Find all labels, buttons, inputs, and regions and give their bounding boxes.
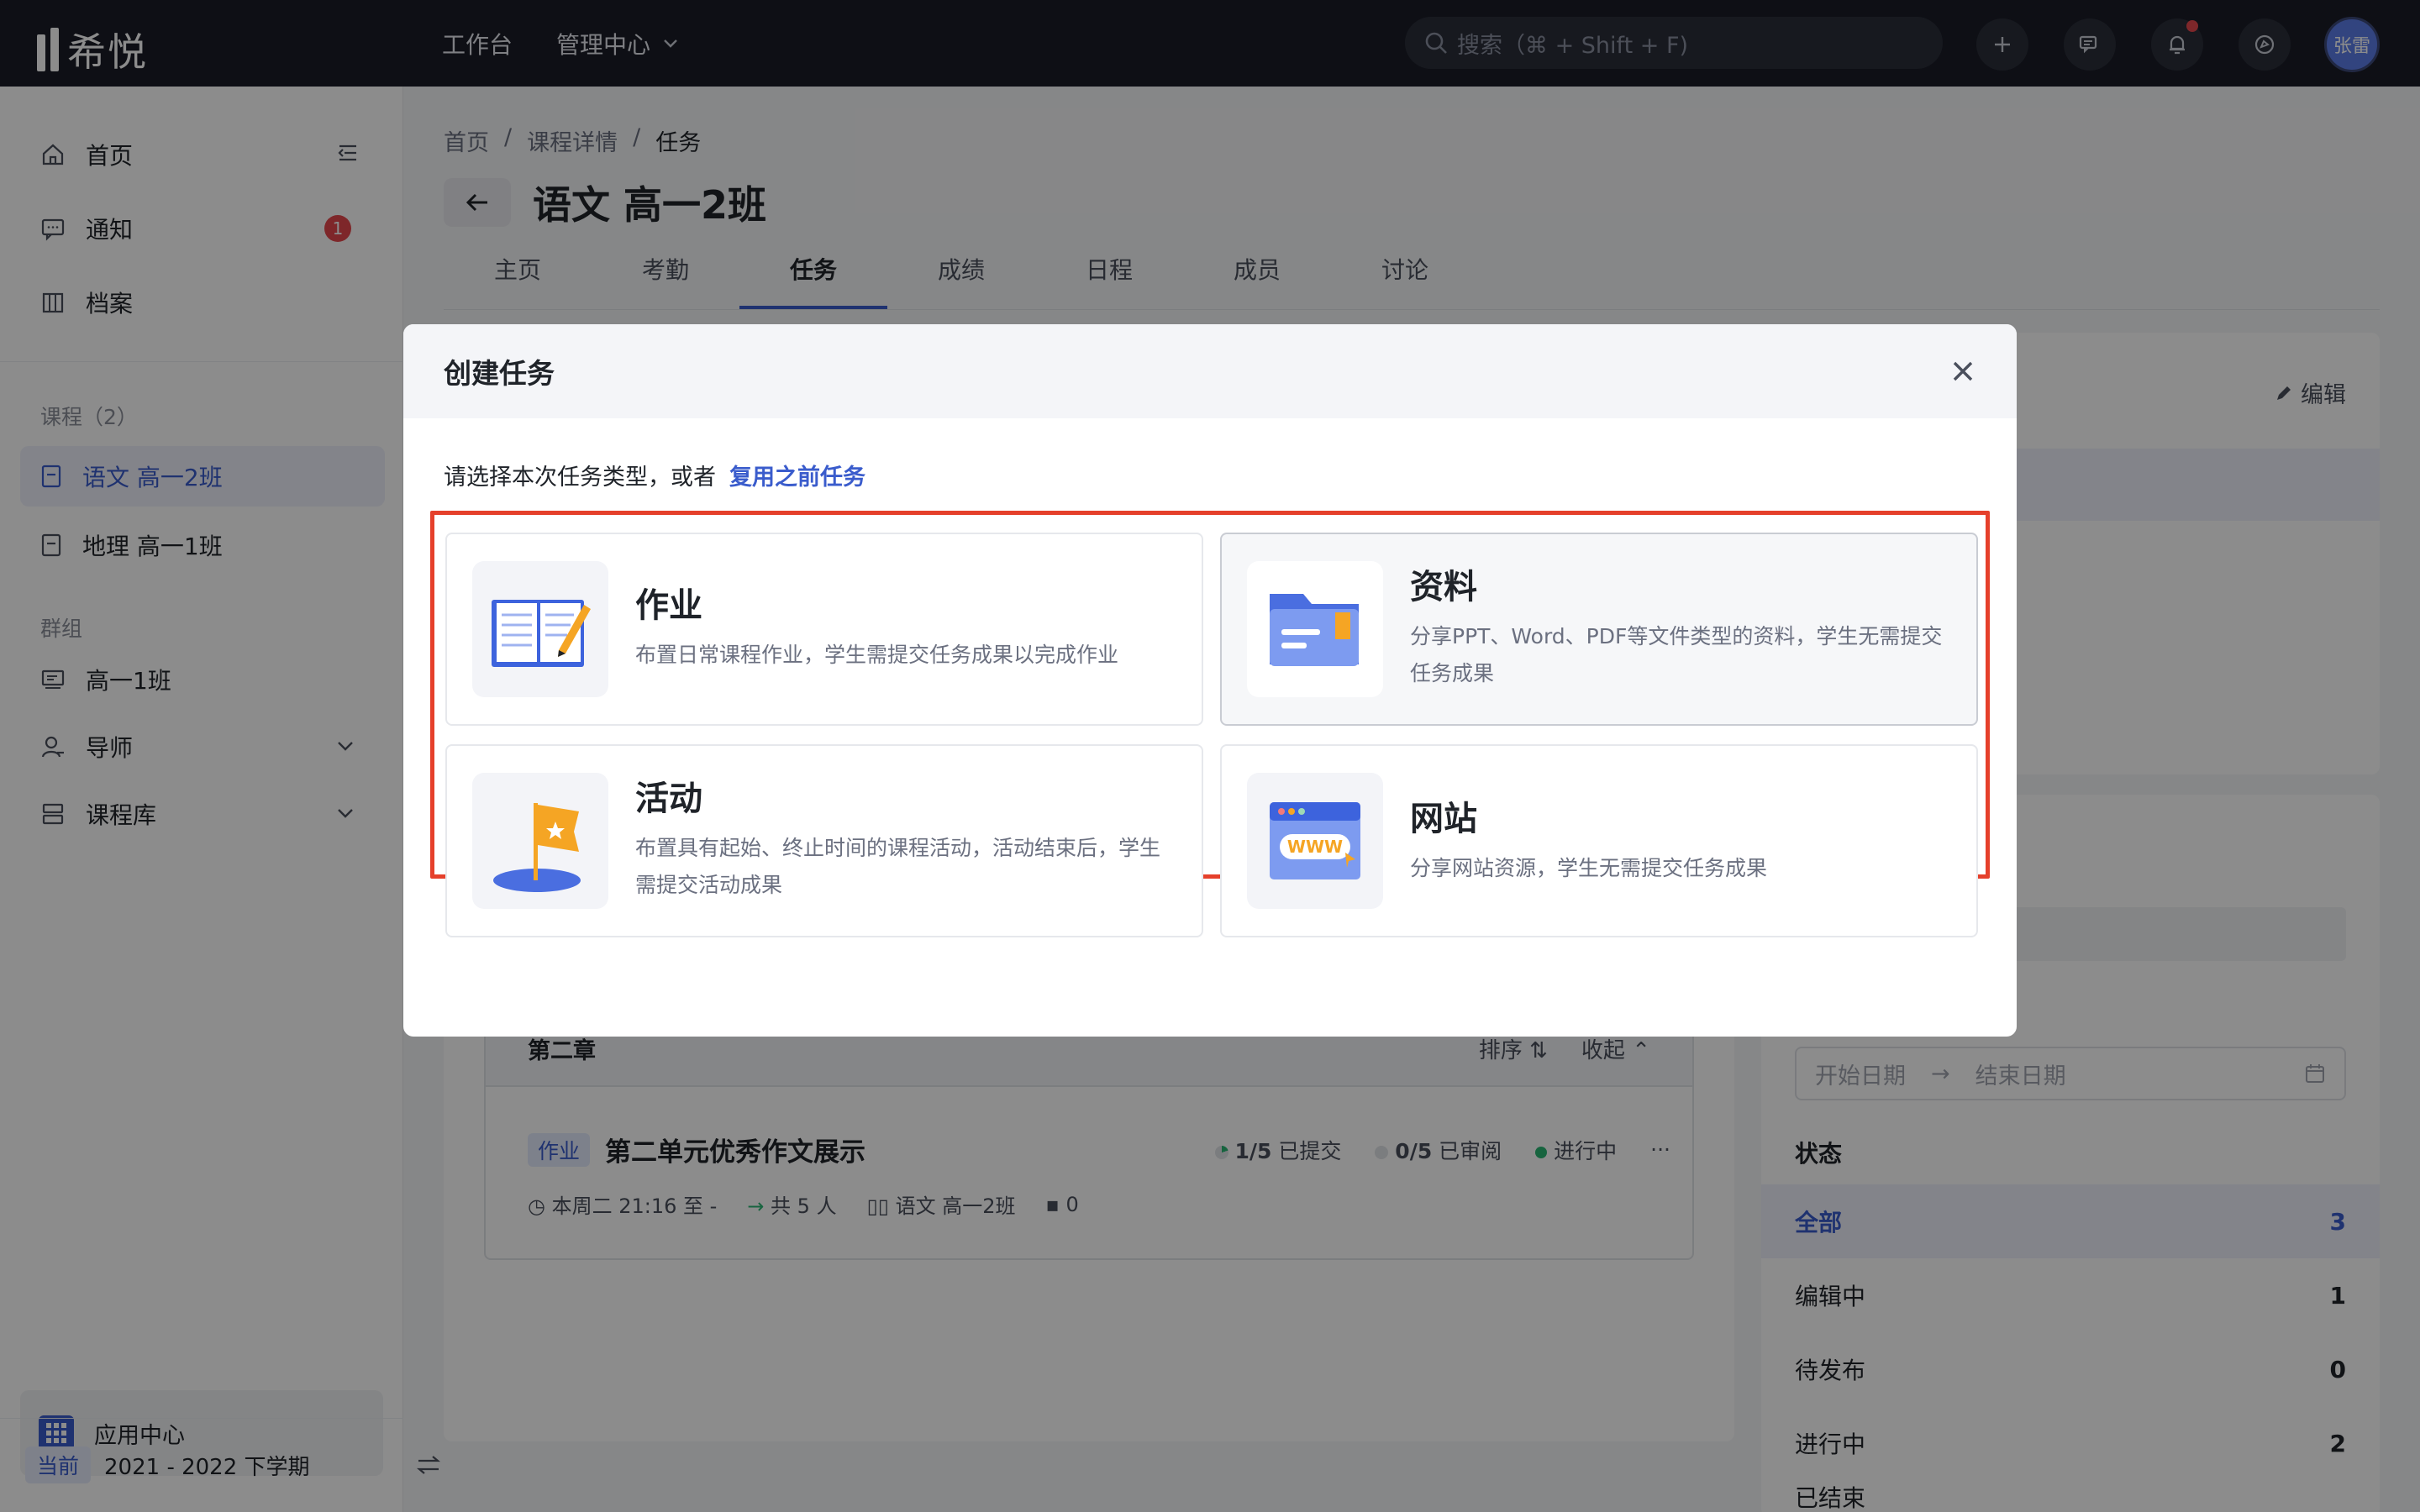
card-description: 布置日常课程作业，学生需提交任务成果以完成作业 <box>635 643 1119 667</box>
close-icon[interactable] <box>1949 358 1976 385</box>
task-type-card-homework[interactable]: 作业 布置日常课程作业，学生需提交任务成果以完成作业 <box>445 533 1203 726</box>
card-title: 作业 <box>635 586 702 625</box>
create-task-dialog: 创建任务 请选择本次任务类型，或者 复用之前任务 作业 布置日常课程作业，学生需… <box>403 324 2017 1037</box>
task-type-card-website[interactable]: WWW 网站 分享网站资源，学生无需提交任务成果 <box>1220 744 1978 937</box>
card-title: 资料 <box>1410 568 1477 606</box>
svg-text:WWW: WWW <box>1287 837 1343 857</box>
card-description: 布置具有起始、终止时间的课程活动，活动结束后，学生需提交活动成果 <box>635 836 1161 897</box>
card-description: 分享PPT、Word、PDF等文件类型的资料，学生无需提交任务成果 <box>1410 624 1943 685</box>
book-pencil-icon <box>472 561 608 697</box>
task-type-card-activity[interactable]: 活动 布置具有起始、终止时间的课程活动，活动结束后，学生需提交活动成果 <box>445 744 1203 937</box>
task-type-card-material[interactable]: 资料 分享PPT、Word、PDF等文件类型的资料，学生无需提交任务成果 <box>1220 533 1978 726</box>
card-title: 活动 <box>635 780 702 818</box>
dialog-subtitle: 请选择本次任务类型，或者 复用之前任务 <box>444 459 865 491</box>
card-description: 分享网站资源，学生无需提交任务成果 <box>1410 856 1768 880</box>
card-title: 网站 <box>1410 800 1477 838</box>
folder-icon <box>1247 561 1383 697</box>
reuse-task-link[interactable]: 复用之前任务 <box>729 459 865 491</box>
website-icon: WWW <box>1247 773 1383 909</box>
dialog-title: 创建任务 <box>444 357 555 390</box>
dialog-header: 创建任务 <box>403 324 2017 418</box>
flag-icon <box>472 773 608 909</box>
